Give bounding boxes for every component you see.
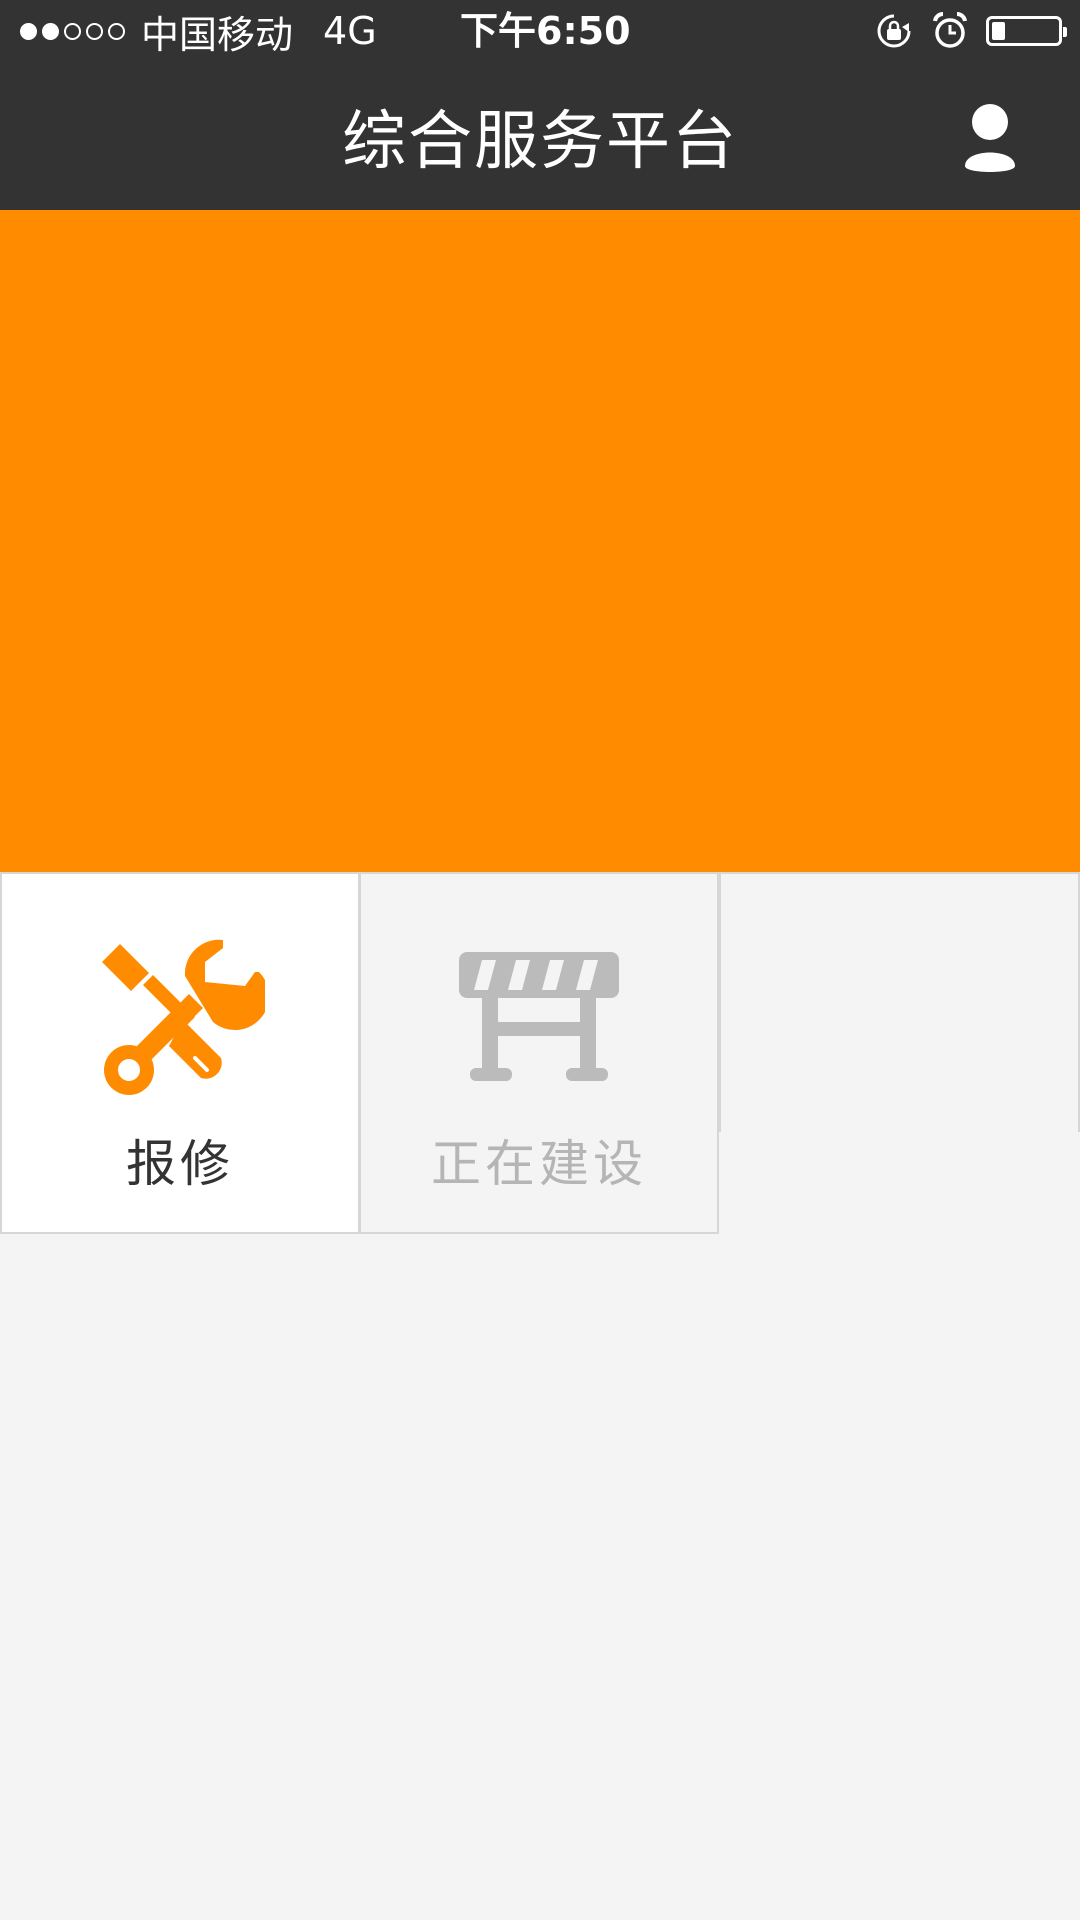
status-right — [874, 10, 1067, 52]
empty-tile — [719, 872, 1080, 1132]
roadblock-icon — [459, 952, 619, 1081]
status-time: 下午6:50 — [460, 9, 631, 53]
rotation-lock-icon — [877, 14, 911, 48]
wrench-screwdriver-icon — [102, 939, 265, 1095]
app-screen: 中国移动 4G 下午6:50 综合服务平台 报修 正在建设 — [0, 0, 1080, 1920]
signal-dot — [20, 22, 37, 40]
page-title: 综合服务平台 — [342, 105, 738, 179]
signal-strength-icon — [20, 22, 125, 40]
user-icon[interactable] — [960, 102, 1020, 174]
repair-tile[interactable]: 报修 — [0, 872, 360, 1234]
carrier-name: 中国移动 — [141, 12, 294, 57]
signal-dot — [86, 22, 103, 40]
signal-dot — [108, 22, 125, 40]
signal-dot — [64, 22, 81, 40]
banner[interactable] — [0, 210, 1080, 872]
under-construction-label: 正在建设 — [431, 1135, 647, 1193]
signal-dot — [42, 22, 59, 40]
alarm-icon — [933, 11, 967, 48]
under-construction-tile[interactable]: 正在建设 — [359, 872, 719, 1234]
battery-icon — [986, 16, 1067, 46]
repair-label: 报修 — [126, 1135, 234, 1193]
service-grid: 报修 正在建设 — [0, 872, 1080, 1234]
status-bar: 中国移动 4G 下午6:50 — [0, 0, 1080, 62]
status-left: 中国移动 4G — [20, 8, 377, 57]
battery-tip — [1063, 27, 1067, 37]
nav-bar: 综合服务平台 — [0, 62, 1080, 210]
battery-level — [992, 22, 1005, 40]
network-type: 4G — [323, 9, 377, 53]
